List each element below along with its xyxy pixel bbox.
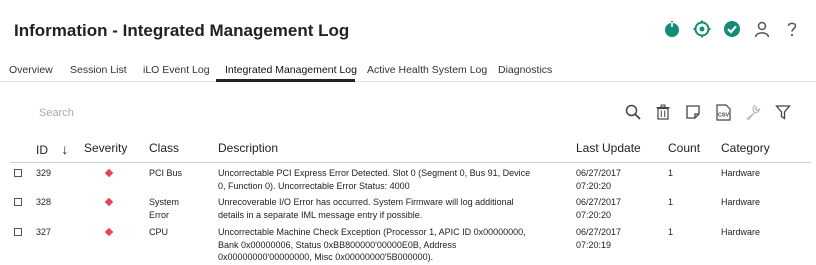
row-checkbox[interactable]: [14, 228, 22, 236]
log-toolbar: CSV: [624, 103, 792, 121]
health-ok-icon[interactable]: [722, 19, 742, 39]
severity-critical-icon: [104, 197, 114, 207]
table-header-divider: [10, 162, 811, 163]
row-category: Hardware: [721, 227, 761, 237]
page-title: Information - Integrated Management Log: [14, 21, 350, 40]
row-id: 329: [36, 168, 52, 178]
column-header-description[interactable]: Description: [218, 141, 278, 155]
user-icon[interactable]: [752, 19, 772, 39]
row-last-update-time: 07:20:20: [576, 209, 612, 220]
row-last-update: 06/27/2017 07:20:19: [576, 226, 621, 251]
csv-icon[interactable]: CSV: [714, 103, 732, 121]
row-checkbox[interactable]: [14, 169, 22, 177]
row-last-update-time: 07:20:20: [576, 180, 612, 191]
row-description-line: 0x00000000'00000000, Misc 0x00000000'5B0…: [218, 252, 434, 262]
row-class-line: System: [149, 197, 180, 207]
row-last-update: 06/27/2017 07:20:20: [576, 196, 621, 221]
row-checkbox[interactable]: [14, 198, 22, 206]
row-last-update: 06/27/2017 07:20:20: [576, 167, 621, 192]
row-description-line: Uncorrectable Machine Check Exception (P…: [218, 227, 526, 237]
row-class: System Error: [149, 196, 179, 221]
tab-bar: Overview Session List iLO Event Log Inte…: [0, 58, 816, 82]
row-count: 1: [668, 227, 674, 237]
tab-diagnostics[interactable]: Diagnostics: [498, 64, 552, 82]
column-header-category[interactable]: Category: [721, 141, 770, 155]
row-description-line: Uncorrectable PCI Express Error Detected…: [218, 168, 531, 178]
column-header-count[interactable]: Count: [668, 141, 700, 155]
row-class-line: PCI Bus: [149, 168, 183, 178]
row-description: Uncorrectable Machine Check Exception (P…: [218, 226, 526, 264]
row-id: 327: [36, 227, 52, 237]
row-category: Hardware: [721, 197, 761, 207]
column-header-last-update[interactable]: Last Update: [576, 141, 641, 155]
tab-session-list[interactable]: Session List: [70, 64, 127, 82]
row-id: 328: [36, 197, 52, 207]
row-last-update-time: 07:20:19: [576, 239, 612, 250]
row-last-update-date: 06/27/2017: [576, 168, 622, 178]
help-icon[interactable]: [782, 19, 802, 39]
note-icon[interactable]: [684, 103, 702, 121]
row-last-update-date: 06/27/2017: [576, 227, 622, 237]
wrench-icon: [744, 103, 762, 121]
row-class-line: Error: [149, 209, 169, 220]
column-header-id[interactable]: ID ↓: [36, 141, 68, 157]
row-description-line: Unrecoverable I/O Error has occurred. Sy…: [218, 197, 514, 207]
sort-down-icon[interactable]: ↓: [61, 141, 68, 157]
power-icon[interactable]: [662, 19, 682, 39]
tab-overview[interactable]: Overview: [9, 64, 53, 82]
row-description-line: Bank 0x00000006, Status 0xBB800000'00000…: [218, 239, 457, 250]
column-header-id-label: ID: [36, 143, 48, 157]
search-icon[interactable]: [624, 103, 642, 121]
csv-icon-label: CSV: [717, 112, 729, 118]
row-last-update-date: 06/27/2017: [576, 197, 622, 207]
search-input[interactable]: Search: [39, 107, 74, 119]
row-description-line: details in a separate IML message entry …: [218, 209, 423, 220]
severity-critical-icon: [104, 168, 114, 178]
row-class: CPU: [149, 226, 168, 239]
row-class: PCI Bus: [149, 167, 182, 180]
row-count: 1: [668, 197, 674, 207]
column-header-severity[interactable]: Severity: [84, 141, 127, 155]
column-header-class[interactable]: Class: [149, 141, 179, 155]
row-class-line: CPU: [149, 227, 169, 237]
filter-icon[interactable]: [774, 103, 792, 121]
row-count: 1: [668, 168, 674, 178]
header-icons: [662, 19, 802, 39]
row-description: Uncorrectable PCI Express Error Detected…: [218, 167, 530, 192]
row-description: Unrecoverable I/O Error has occurred. Sy…: [218, 196, 514, 221]
location-icon[interactable]: [692, 19, 712, 39]
row-category: Hardware: [721, 168, 761, 178]
tab-ilo-event-log[interactable]: iLO Event Log: [143, 64, 210, 82]
row-description-line: 0, Function 0). Uncorrectable Error Stat…: [218, 180, 410, 191]
severity-critical-icon: [104, 227, 114, 237]
active-tab-indicator: [216, 79, 355, 82]
tab-active-health-system-log[interactable]: Active Health System Log: [367, 64, 487, 82]
page-header: Information - Integrated Management Log: [0, 0, 816, 58]
trash-icon[interactable]: [654, 103, 672, 121]
